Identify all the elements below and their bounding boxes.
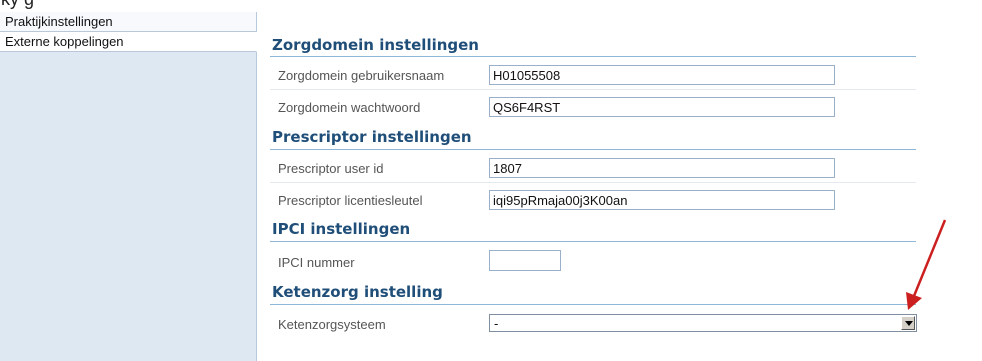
sidebar-item-externe-koppelingen[interactable]: Externe koppelingen — [0, 32, 257, 52]
ipci-number-label: IPCI nummer — [278, 255, 355, 270]
zorgdomein-section-title: Zorgdomein instellingen — [272, 36, 479, 54]
clipped-header-text: ky g — [0, 0, 982, 12]
sidebar-item-praktijkinstellingen[interactable]: Praktijkinstellingen — [0, 12, 256, 32]
sidebar: Praktijkinstellingen Externe koppelingen — [0, 12, 257, 361]
section-divider — [270, 149, 916, 150]
section-divider — [270, 304, 916, 305]
prescriptor-userid-label: Prescriptor user id — [278, 161, 384, 176]
chevron-down-icon[interactable] — [901, 316, 915, 330]
row-divider — [270, 182, 916, 183]
section-divider — [270, 56, 916, 57]
prescriptor-license-label: Prescriptor licentiesleutel — [278, 193, 423, 208]
row-divider — [270, 89, 916, 90]
zorgdomein-password-label: Zorgdomein wachtwoord — [278, 100, 421, 115]
ipci-number-input[interactable] — [489, 250, 561, 271]
prescriptor-license-input[interactable] — [489, 190, 835, 210]
settings-panel: Zorgdomein instellingen Zorgdomein gebru… — [257, 12, 982, 361]
prescriptor-userid-input[interactable] — [489, 158, 835, 178]
ketenzorg-system-select[interactable]: - — [489, 314, 917, 332]
section-divider — [270, 241, 916, 242]
ketenzorg-system-value: - — [494, 316, 499, 331]
prescriptor-section-title: Prescriptor instellingen — [272, 128, 472, 146]
zorgdomein-password-input[interactable] — [489, 97, 835, 117]
ketenzorg-section-title: Ketenzorg instelling — [272, 283, 443, 301]
ketenzorg-system-label: Ketenzorgsysteem — [278, 317, 386, 332]
zorgdomein-username-label: Zorgdomein gebruikersnaam — [278, 68, 445, 83]
annotation-arrow-icon — [906, 219, 947, 310]
ipci-section-title: IPCI instellingen — [272, 220, 411, 238]
zorgdomein-username-input[interactable] — [489, 65, 835, 85]
